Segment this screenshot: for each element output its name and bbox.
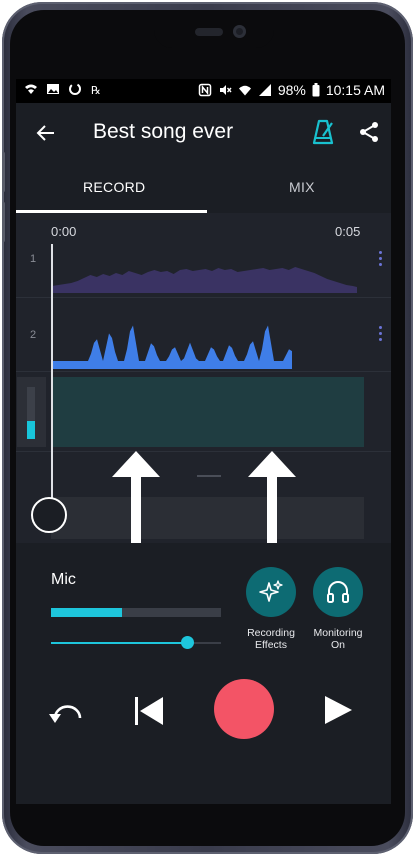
- monitoring-label: Monitoring On: [313, 627, 363, 651]
- up-arrow-icon: [112, 451, 160, 543]
- track-2-menu-icon[interactable]: [377, 326, 383, 344]
- battery-percent: 98%: [277, 82, 306, 98]
- tab-bar: RECORD MIX: [16, 163, 391, 213]
- level-fill: [27, 420, 35, 439]
- prescription-icon: ℞: [91, 84, 101, 96]
- metronome-icon[interactable]: [312, 119, 336, 145]
- empty-lane[interactable]: [51, 497, 364, 539]
- track-1-waveform[interactable]: [52, 253, 357, 293]
- track-1-menu-icon[interactable]: [377, 251, 383, 269]
- signal-icon: [258, 84, 271, 96]
- playhead-line[interactable]: [51, 244, 53, 520]
- front-camera: [233, 25, 246, 38]
- time-start: 0:00: [51, 224, 77, 239]
- volume-button-lower: [2, 202, 5, 242]
- wifi-icon: [238, 85, 251, 96]
- monitoring-button[interactable]: [313, 567, 363, 617]
- headphones-icon: [327, 581, 349, 603]
- lane-divider: [16, 451, 391, 452]
- nfc-icon: [198, 83, 212, 97]
- recording-lane[interactable]: [51, 377, 364, 447]
- lane-divider: [16, 371, 391, 372]
- svg-text:℞: ℞: [91, 84, 101, 96]
- share-icon[interactable]: [357, 120, 381, 144]
- playhead-handle[interactable]: [31, 497, 67, 533]
- wifi-alert-icon: [25, 84, 37, 94]
- skip-to-start-icon[interactable]: [133, 695, 165, 727]
- status-bar: ℞ 98% 10:15 AM: [16, 79, 391, 103]
- gallery-icon: [47, 84, 59, 94]
- song-title: Best song ever: [93, 120, 234, 143]
- mic-label: Mic: [51, 571, 76, 588]
- time-end: 0:05: [335, 224, 361, 239]
- clock: 10:15 AM: [325, 82, 385, 98]
- back-arrow-icon[interactable]: [34, 121, 58, 145]
- app-screen: ℞ 98% 10:15 AM Best song ever RECORD MIX…: [16, 79, 391, 804]
- mute-icon: [219, 85, 232, 95]
- earpiece: [195, 28, 223, 36]
- recording-level-meter: [17, 377, 46, 447]
- up-arrow-icon: [248, 451, 296, 543]
- lane-divider: [16, 297, 391, 298]
- volume-button: [2, 152, 5, 192]
- record-button[interactable]: [214, 679, 274, 739]
- transport-bar: [16, 679, 391, 749]
- add-track-handle[interactable]: [197, 475, 221, 477]
- app-bar: Best song ever: [16, 103, 391, 163]
- battery-icon: [312, 83, 320, 97]
- track-timeline[interactable]: 0:00 0:05 1 2: [16, 213, 391, 543]
- mic-gain-fill: [51, 642, 187, 644]
- tab-mix[interactable]: MIX: [289, 179, 315, 195]
- mic-gain-thumb[interactable]: [181, 636, 194, 649]
- play-icon[interactable]: [323, 694, 353, 726]
- track-number: 1: [30, 253, 37, 265]
- sparkles-icon: [259, 580, 283, 602]
- track-2-waveform[interactable]: [52, 313, 292, 369]
- undo-icon[interactable]: [49, 696, 85, 728]
- tab-record[interactable]: RECORD: [83, 179, 145, 195]
- mic-level-fill: [51, 608, 123, 617]
- recording-effects-button[interactable]: [246, 567, 296, 617]
- sync-icon: [69, 83, 81, 95]
- track-number: 2: [30, 329, 37, 341]
